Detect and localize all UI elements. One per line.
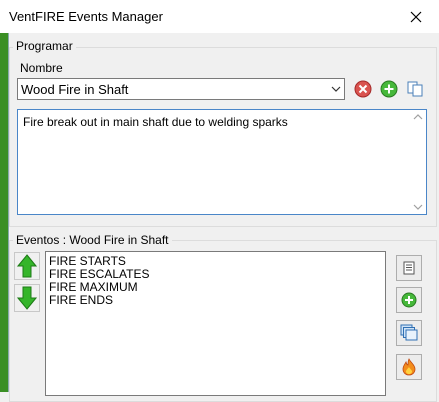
nombre-combo[interactable]: Wood Fire in Shaft [17, 78, 345, 100]
events-manager-window: VentFIRE Events Manager Programar Nombre… [0, 0, 439, 402]
chevron-down-icon [331, 86, 340, 92]
copy-button[interactable] [404, 78, 426, 100]
nombre-combo-value: Wood Fire in Shaft [21, 82, 129, 97]
description-textarea[interactable]: Fire break out in main shaft due to weld… [17, 109, 427, 215]
fire-button[interactable] [396, 354, 422, 380]
window-title: VentFIRE Events Manager [9, 9, 163, 24]
fire-icon [402, 358, 416, 376]
duplicate-event-button[interactable] [396, 320, 422, 346]
nombre-label: Nombre [20, 61, 63, 75]
background-edge [0, 33, 9, 392]
scroll-down-arrow-icon[interactable] [410, 201, 426, 213]
programar-legend: Programar [13, 39, 76, 53]
move-up-button[interactable] [14, 252, 40, 280]
add-button[interactable] [378, 78, 400, 100]
properties-icon [403, 261, 415, 275]
close-button[interactable] [393, 0, 439, 33]
delete-icon [354, 80, 372, 98]
arrow-up-icon [17, 254, 37, 278]
close-icon [410, 11, 422, 22]
add-icon [380, 80, 398, 98]
description-text: Fire break out in main shaft due to weld… [23, 115, 288, 129]
description-scrollbar[interactable] [410, 110, 426, 214]
scroll-up-arrow-icon[interactable] [410, 111, 426, 123]
duplicate-icon [400, 324, 418, 341]
move-down-button[interactable] [14, 284, 40, 312]
combo-dropdown-button[interactable] [327, 79, 344, 99]
eventos-list[interactable]: FIRE STARTS FIRE ESCALATES FIRE MAXIMUM … [45, 251, 386, 396]
copy-icon [407, 81, 423, 97]
arrow-down-icon [17, 286, 37, 310]
add-icon [401, 292, 417, 308]
title-bar: VentFIRE Events Manager [0, 0, 439, 33]
add-event-button[interactable] [396, 287, 422, 313]
delete-button[interactable] [352, 78, 374, 100]
eventos-legend: Eventos : Wood Fire in Shaft [13, 233, 172, 247]
properties-button[interactable] [396, 255, 422, 281]
list-item[interactable]: FIRE ENDS [49, 294, 113, 307]
